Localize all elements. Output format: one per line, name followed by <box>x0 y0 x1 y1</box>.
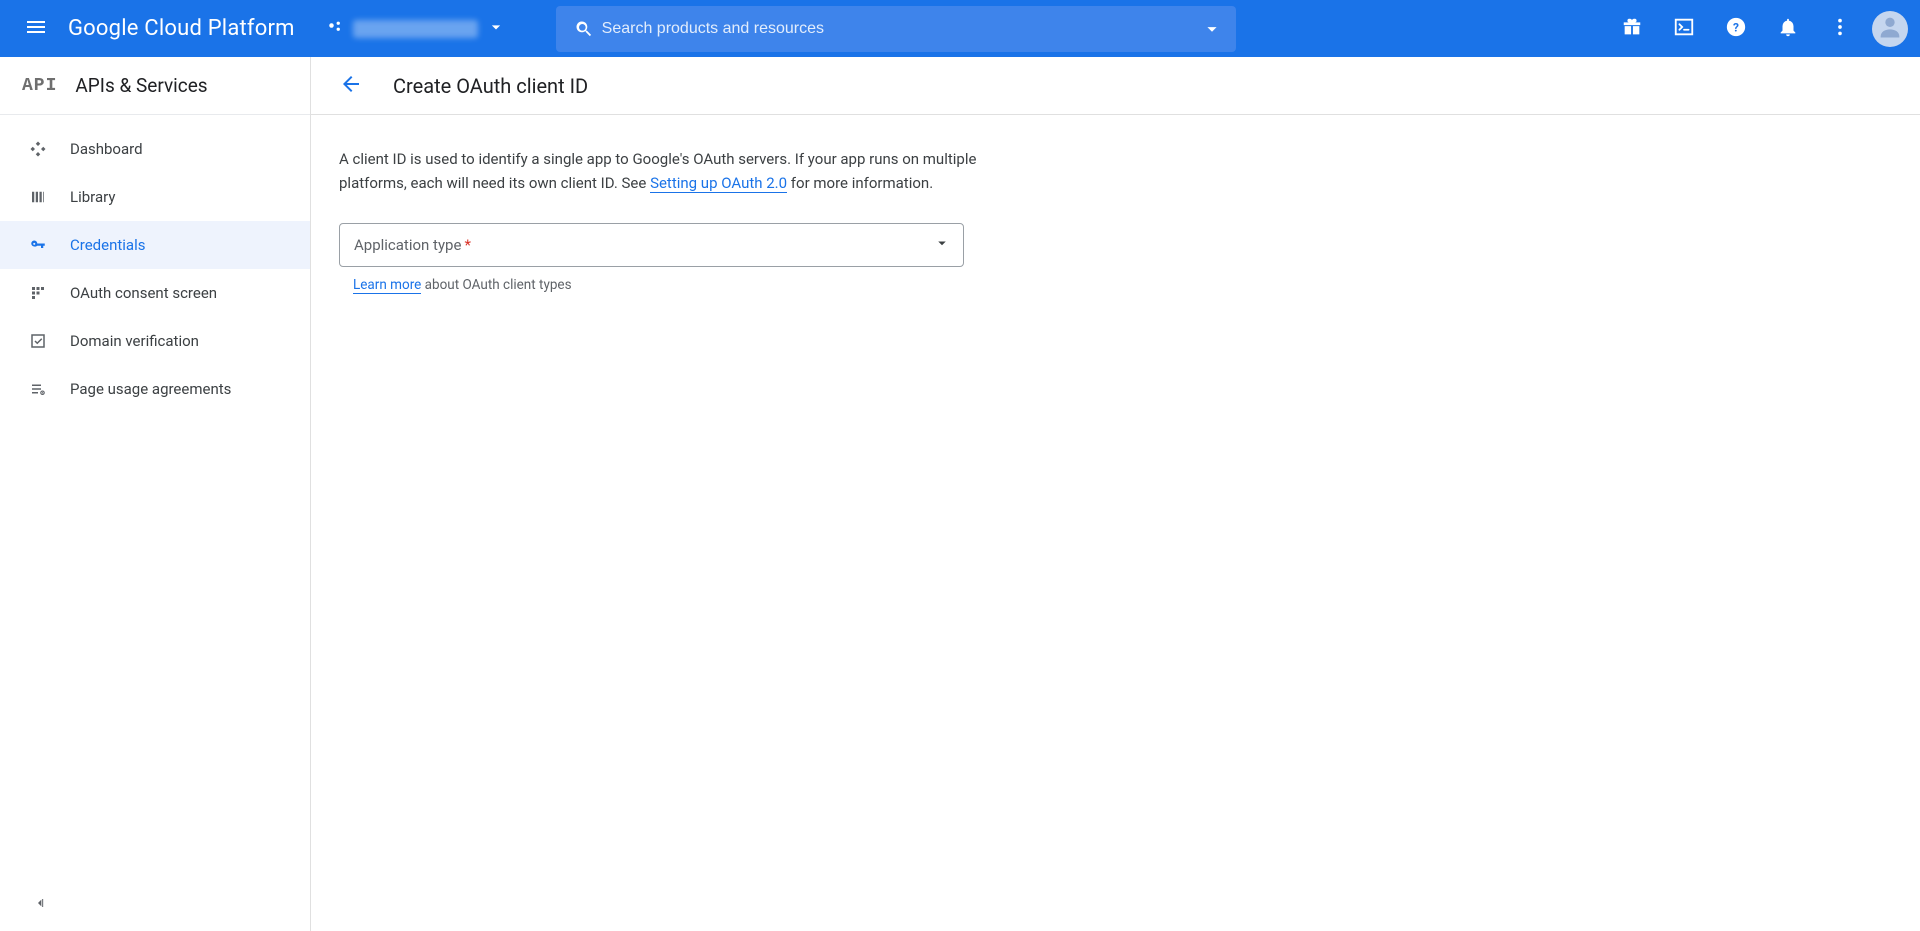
main: Create OAuth client ID A client ID is us… <box>311 57 1920 931</box>
sidebar-item-credentials[interactable]: Credentials <box>0 221 310 269</box>
more-vert-icon <box>1829 16 1851 42</box>
gift-icon <box>1621 16 1643 42</box>
application-type-select[interactable]: Application type* <box>339 223 964 267</box>
search-icon <box>566 19 602 39</box>
chevron-down-icon[interactable] <box>1198 18 1226 40</box>
check-box-icon <box>28 332 48 350</box>
main-header: Create OAuth client ID <box>311 57 1920 115</box>
sidebar-item-dashboard[interactable]: Dashboard <box>0 125 310 173</box>
chevron-left-icon <box>32 895 48 915</box>
cloud-shell-button[interactable] <box>1660 5 1708 53</box>
project-icon <box>327 18 345 40</box>
search-input[interactable] <box>602 20 1198 38</box>
chevron-down-icon <box>486 17 506 41</box>
notifications-button[interactable] <box>1764 5 1812 53</box>
page-title: Create OAuth client ID <box>393 74 588 98</box>
arrow-left-icon <box>339 72 363 100</box>
sidebar-header[interactable]: API APIs & Services <box>0 57 310 115</box>
sidebar-collapse-button[interactable] <box>26 891 54 919</box>
agreement-icon <box>28 380 48 398</box>
nav-menu-button[interactable] <box>12 5 60 53</box>
product-logo[interactable]: Google Cloud Platform <box>64 16 307 41</box>
more-button[interactable] <box>1816 5 1864 53</box>
sidebar: API APIs & Services Dashboard Library <box>0 57 311 931</box>
avatar-icon <box>1876 13 1904 45</box>
account-avatar[interactable] <box>1872 11 1908 47</box>
search-box[interactable] <box>556 6 1236 52</box>
sidebar-section-title: APIs & Services <box>75 74 207 97</box>
chevron-down-icon <box>933 234 951 256</box>
svg-text:?: ? <box>1733 20 1739 34</box>
sidebar-item-label: Library <box>70 188 115 206</box>
library-icon <box>28 188 48 206</box>
desc-post: for more information. <box>787 174 933 192</box>
main-content: A client ID is used to identify a single… <box>311 115 1011 325</box>
cloud-shell-icon <box>1673 16 1695 42</box>
sidebar-item-page-usage-agreements[interactable]: Page usage agreements <box>0 365 310 413</box>
learn-more-link[interactable]: Learn more <box>353 277 421 294</box>
sidebar-nav: Dashboard Library Credentials OAuth cons… <box>0 115 310 413</box>
sidebar-item-domain-verification[interactable]: Domain verification <box>0 317 310 365</box>
select-label: Application type <box>354 236 461 254</box>
helper-post: about OAuth client types <box>421 277 571 293</box>
helper-text: Learn more about OAuth client types <box>339 277 983 293</box>
sidebar-item-oauth-consent[interactable]: OAuth consent screen <box>0 269 310 317</box>
api-logo-icon: API <box>22 76 57 96</box>
project-picker[interactable] <box>317 11 516 47</box>
bell-icon <box>1777 16 1799 42</box>
setting-up-oauth-link[interactable]: Setting up OAuth 2.0 <box>650 174 787 193</box>
sidebar-item-label: Credentials <box>70 236 145 254</box>
menu-icon <box>24 15 48 43</box>
free-trial-button[interactable] <box>1608 5 1656 53</box>
required-asterisk: * <box>464 236 470 254</box>
sidebar-item-label: OAuth consent screen <box>70 284 217 302</box>
help-button[interactable]: ? <box>1712 5 1760 53</box>
dashboard-icon <box>28 140 48 158</box>
key-icon <box>28 236 48 254</box>
sidebar-item-label: Dashboard <box>70 140 143 158</box>
help-icon: ? <box>1725 16 1747 42</box>
project-name <box>353 20 478 38</box>
shell: API APIs & Services Dashboard Library <box>0 57 1920 931</box>
back-button[interactable] <box>333 68 369 104</box>
sidebar-item-label: Domain verification <box>70 332 199 350</box>
sidebar-item-label: Page usage agreements <box>70 380 231 398</box>
consent-icon <box>28 284 48 302</box>
sidebar-item-library[interactable]: Library <box>0 173 310 221</box>
topbar: Google Cloud Platform ? <box>0 0 1920 57</box>
description-text: A client ID is used to identify a single… <box>339 147 983 195</box>
